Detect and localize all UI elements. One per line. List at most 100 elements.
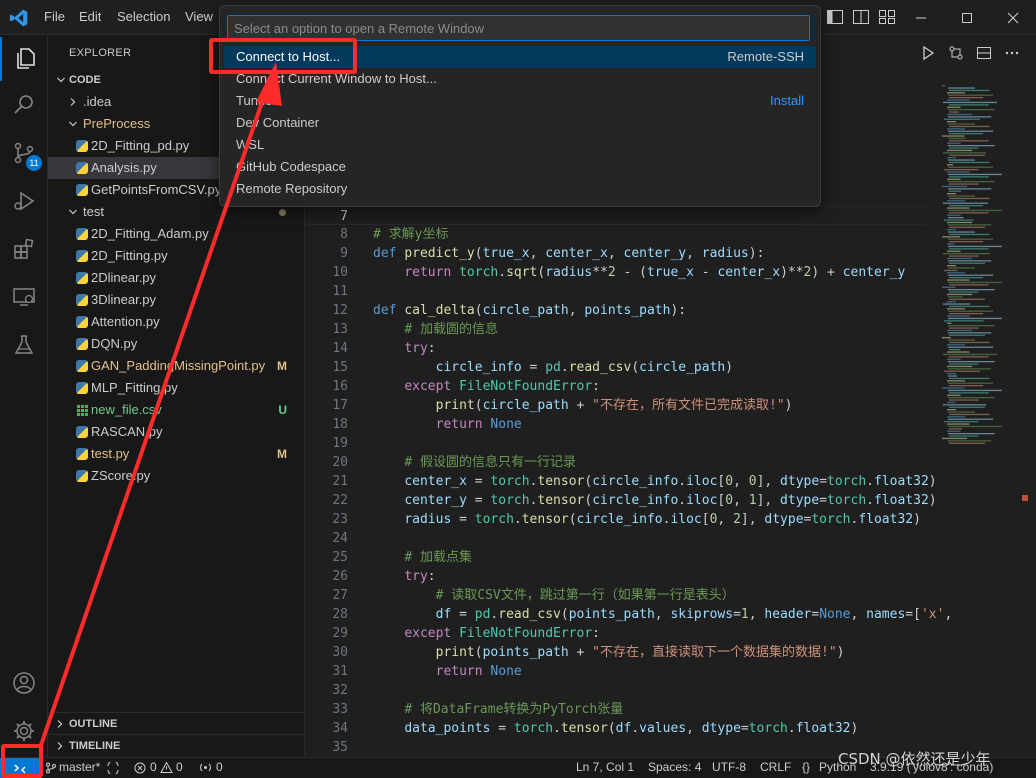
branch-label[interactable]: master*: [59, 760, 100, 774]
minimap-line: [949, 197, 990, 200]
line-source: def predict_y(true_x, center_x, center_y…: [373, 244, 764, 263]
code-token: torch: [827, 474, 867, 489]
code-token: .: [553, 721, 561, 736]
remote-option[interactable]: Dev Container: [224, 112, 816, 134]
python-file-icon: [76, 140, 88, 152]
minimap-line: [947, 409, 956, 411]
code-token: (: [474, 645, 483, 660]
remote-option[interactable]: Tunnel Install: [224, 90, 816, 112]
close-icon: [1007, 12, 1019, 23]
ports-count[interactable]: 0: [216, 760, 223, 774]
menu-edit[interactable]: Edit: [79, 9, 101, 24]
code-token: def: [373, 246, 405, 261]
code-token: circle_info: [576, 512, 663, 527]
code-token: df: [615, 721, 632, 736]
tree-file[interactable]: 2D_Fitting.py: [48, 245, 304, 267]
line-number: 18: [332, 417, 348, 432]
tree-file[interactable]: test.py M: [48, 443, 304, 465]
outline-section[interactable]: OUTLINE: [48, 712, 304, 734]
line-source: try:: [373, 339, 436, 358]
minimap-line: [949, 89, 990, 92]
code-token: return: [435, 664, 491, 679]
tree-file[interactable]: new_file.csv U: [48, 399, 304, 421]
code-token: torch: [827, 493, 867, 508]
minimap[interactable]: [942, 85, 1024, 505]
language-braces[interactable]: {}: [802, 760, 810, 774]
run-icon[interactable]: [920, 45, 936, 61]
code-token: ],: [756, 474, 781, 489]
code-token: read_csv: [498, 607, 561, 622]
more-actions-icon[interactable]: [1004, 45, 1020, 61]
toggle-primary-sidebar-icon[interactable]: [826, 9, 844, 25]
run-debug-tab[interactable]: [0, 179, 48, 223]
tree-file[interactable]: 3Dlinear.py: [48, 289, 304, 311]
remote-option[interactable]: GitHub Codespace: [224, 156, 816, 178]
tree-file[interactable]: MLP_Fitting.py: [48, 377, 304, 399]
minimap-line: [949, 435, 979, 437]
menu-view[interactable]: View: [185, 9, 213, 24]
remote-option-detail[interactable]: Install: [770, 90, 804, 112]
minimap-line: [947, 229, 956, 231]
search-tab[interactable]: [0, 83, 48, 127]
timeline-section[interactable]: TIMELINE: [48, 734, 304, 756]
tree-file[interactable]: GAN_PaddingMissingPoint.py M: [48, 355, 304, 377]
chevron-down-icon: [57, 77, 65, 83]
line-number: 27: [332, 588, 348, 603]
warning-count[interactable]: 0: [176, 760, 183, 774]
minimap-line: [949, 313, 984, 315]
tree-file[interactable]: ZScore.py: [48, 465, 304, 487]
close-button[interactable]: [990, 0, 1036, 35]
minimize-button[interactable]: [898, 0, 944, 35]
minimap-line: [947, 200, 965, 202]
source-control-tab[interactable]: 11: [0, 131, 48, 175]
end-of-line[interactable]: CRLF: [760, 760, 791, 774]
line-source: return torch.sqrt(radius**2 - (true_x - …: [373, 263, 905, 282]
minimap-line: [947, 358, 961, 360]
accounts-button[interactable]: [0, 661, 48, 705]
menu-selection[interactable]: Selection: [117, 9, 170, 24]
maximize-button[interactable]: [944, 0, 990, 35]
code-token: :: [427, 341, 436, 356]
extensions-tab[interactable]: [0, 227, 48, 271]
toggle-panel-icon[interactable]: [852, 9, 870, 25]
explorer-tab[interactable]: [0, 37, 48, 81]
code-token: # 求解y坐标: [373, 227, 449, 242]
testing-tab[interactable]: [0, 323, 48, 367]
python-file-icon: [76, 228, 88, 240]
code-token: iloc: [686, 493, 718, 508]
code-token: ,: [607, 246, 624, 261]
code-token: true_x: [482, 246, 530, 261]
code-token: None: [490, 664, 522, 679]
compare-changes-icon[interactable]: [948, 45, 964, 61]
remote-option[interactable]: Remote Repository: [224, 178, 816, 200]
code-line: 19: [306, 434, 926, 453]
remote-option[interactable]: WSL: [224, 134, 816, 156]
cursor-position[interactable]: Ln 7, Col 1: [576, 760, 634, 774]
code-token: (: [607, 721, 616, 736]
minimap-line: [948, 296, 963, 298]
code-token: **: [592, 265, 608, 280]
tree-file[interactable]: RASCAN.py: [48, 421, 304, 443]
customize-layout-icon[interactable]: [878, 9, 896, 25]
indentation[interactable]: Spaces: 4: [648, 760, 701, 774]
code-token: 1: [740, 607, 749, 622]
encoding[interactable]: UTF-8: [712, 760, 746, 774]
minimap-line: [947, 207, 970, 209]
tree-file[interactable]: DQN.py: [48, 333, 304, 355]
tree-file[interactable]: 2D_Fitting_Adam.py: [48, 223, 304, 245]
minimap-line: [949, 349, 961, 351]
minimap-line: [949, 241, 984, 243]
remote-explorer-tab[interactable]: [0, 275, 48, 319]
line-source: print(circle_path + "不存在，所有文件已完成读取!"): [373, 396, 793, 415]
menu-file[interactable]: File: [44, 9, 65, 24]
tree-file[interactable]: 2Dlinear.py: [48, 267, 304, 289]
split-editor-icon[interactable]: [976, 45, 992, 61]
tree-file[interactable]: Attention.py: [48, 311, 304, 333]
code-token: dtype: [701, 721, 741, 736]
code-token: float32: [873, 474, 929, 489]
scrollbar-marker: [1022, 495, 1028, 501]
error-count[interactable]: 0: [150, 760, 157, 774]
sync-icon[interactable]: [106, 762, 120, 774]
minimap-line: [947, 329, 973, 332]
